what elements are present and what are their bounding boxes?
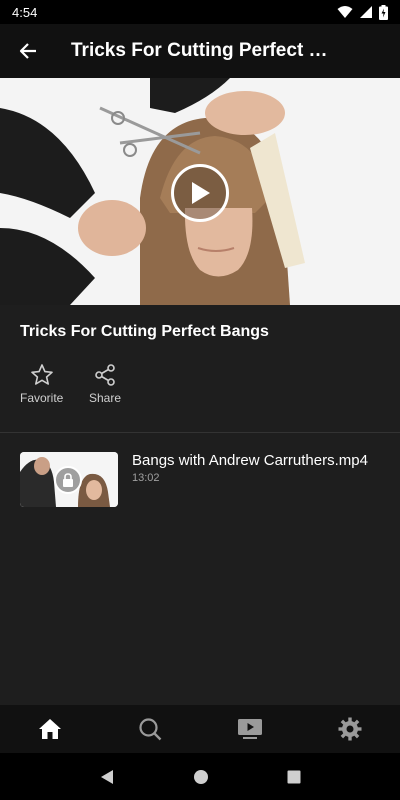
- video-hero[interactable]: [0, 78, 400, 305]
- video-thumbnail: [20, 452, 118, 507]
- nav-settings[interactable]: [300, 705, 400, 753]
- video-duration: 13:02: [132, 472, 160, 484]
- video-title: Bangs with Andrew Carruthers.mp4: [132, 452, 368, 469]
- search-icon: [139, 718, 162, 741]
- divider: [0, 432, 400, 433]
- back-triangle-icon[interactable]: [99, 769, 115, 785]
- battery-icon: [379, 4, 388, 20]
- list-item[interactable]: Bangs with Andrew Carruthers.mp4 13:02: [20, 452, 390, 508]
- play-icon: [192, 182, 210, 204]
- back-button[interactable]: [0, 24, 56, 78]
- status-icons: [337, 4, 388, 20]
- share-button[interactable]: Share: [89, 363, 121, 405]
- status-bar: 4:54: [0, 0, 400, 24]
- recents-square-icon[interactable]: [287, 770, 301, 784]
- course-title: Tricks For Cutting Perfect Bangs: [20, 323, 269, 340]
- signal-icon: [360, 6, 372, 18]
- app-bar: Tricks For Cutting Perfect B...: [0, 24, 400, 78]
- favorite-button[interactable]: Favorite: [20, 363, 63, 405]
- bottom-nav: [0, 705, 400, 753]
- nav-videos[interactable]: [200, 705, 300, 753]
- share-label: Share: [89, 391, 122, 405]
- star-outline-icon: [30, 364, 53, 385]
- course-detail: Tricks For Cutting Perfect Bangs Favorit…: [0, 305, 400, 705]
- lock-badge: [54, 466, 82, 494]
- nav-search[interactable]: [100, 705, 200, 753]
- nav-home[interactable]: [0, 705, 100, 753]
- play-button[interactable]: [171, 164, 229, 222]
- home-icon: [39, 719, 61, 739]
- video-library-icon: [238, 719, 262, 739]
- wifi-icon: [337, 6, 353, 18]
- system-nav-bar: [0, 753, 400, 800]
- lock-icon: [63, 473, 73, 487]
- favorite-label: Favorite: [20, 391, 64, 405]
- arrow-back-icon: [19, 43, 36, 59]
- page-title: Tricks For Cutting Perfect B...: [71, 40, 333, 61]
- settings-gear-icon: [338, 717, 362, 741]
- home-circle-icon[interactable]: [193, 769, 209, 785]
- status-time: 4:54: [12, 4, 38, 20]
- share-icon: [95, 364, 115, 386]
